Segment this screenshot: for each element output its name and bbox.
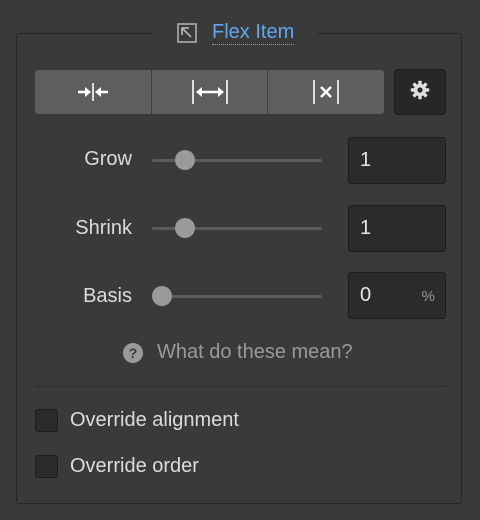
none-sizing-button[interactable]: [268, 70, 384, 114]
section-title[interactable]: Flex Item: [212, 21, 295, 45]
grow-slider-thumb[interactable]: [174, 150, 195, 170]
divider: [35, 386, 446, 387]
shrink-slider[interactable]: [152, 218, 322, 238]
arrow-box-icon: [176, 22, 198, 44]
basis-slider[interactable]: [152, 286, 322, 306]
grow-label: Grow: [84, 148, 132, 170]
help-text: What do these mean?: [157, 341, 353, 363]
basis-input[interactable]: 0 %: [348, 272, 446, 319]
basis-slider-track: [152, 295, 322, 298]
grow-input[interactable]: 1: [348, 137, 446, 184]
override-alignment-option[interactable]: Override alignment: [35, 409, 239, 432]
gear-icon: [410, 80, 430, 105]
override-order-label: Override order: [70, 455, 199, 477]
basis-slider-thumb[interactable]: [152, 286, 172, 306]
override-order-option[interactable]: Override order: [35, 455, 199, 478]
none-icon: [311, 78, 341, 106]
grow-sizing-button[interactable]: [151, 70, 269, 114]
basis-unit[interactable]: %: [422, 273, 435, 320]
override-alignment-label: Override alignment: [70, 409, 239, 431]
shrink-icon: [75, 80, 111, 104]
grow-slider[interactable]: [152, 150, 322, 170]
shrink-label: Shrink: [75, 217, 132, 239]
question-icon: ?: [123, 342, 143, 363]
shrink-sizing-button[interactable]: [35, 70, 152, 114]
shrink-slider-thumb[interactable]: [174, 218, 195, 238]
override-order-checkbox[interactable]: [35, 455, 58, 478]
override-alignment-checkbox[interactable]: [35, 409, 58, 432]
basis-value: 0: [360, 284, 372, 306]
grow-value: 1: [360, 149, 372, 171]
flex-settings-button[interactable]: [394, 69, 446, 115]
shrink-input[interactable]: 1: [348, 205, 446, 252]
section-header: Flex Item: [152, 17, 319, 49]
basis-label: Basis: [83, 285, 132, 307]
help-link[interactable]: ? What do these mean?: [123, 341, 353, 364]
flex-sizing-segmented-control: [35, 70, 384, 114]
shrink-value: 1: [360, 217, 372, 239]
grow-icon: [190, 78, 230, 106]
